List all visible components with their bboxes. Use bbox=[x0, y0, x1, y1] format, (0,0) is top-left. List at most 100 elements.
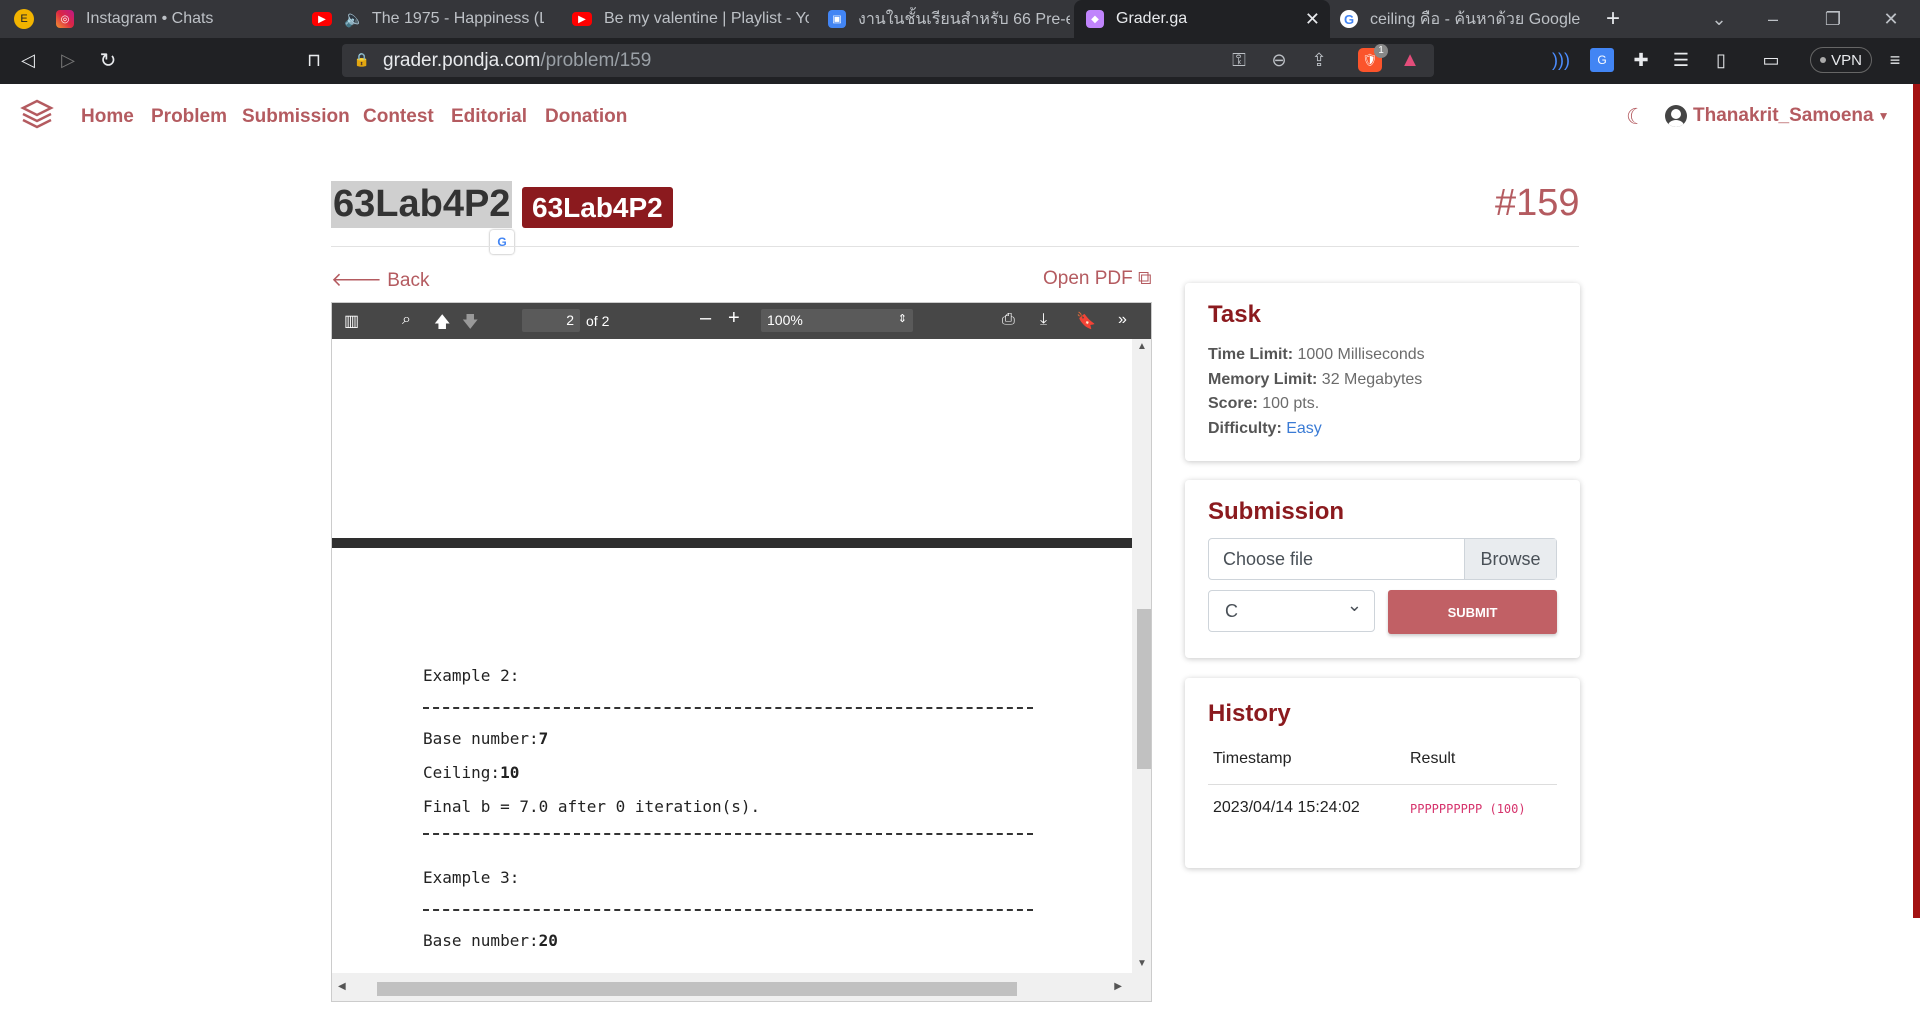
pdf-example-2: Example 2: bbox=[423, 666, 520, 685]
submission-card: Submission Choose file Browse C SUBMIT bbox=[1185, 480, 1580, 658]
extensions-icon[interactable]: ✚ bbox=[1630, 49, 1652, 71]
pdf-document[interactable]: Example 2: Base number:7 Ceiling:10 Fina… bbox=[332, 339, 1132, 973]
open-pdf-link[interactable]: Open PDF ⧉ bbox=[1043, 268, 1152, 290]
sidebar-icon[interactable]: ▯ bbox=[1710, 49, 1732, 71]
restore-icon[interactable]: ❐ bbox=[1822, 8, 1844, 30]
window-close-icon[interactable]: ✕ bbox=[1880, 8, 1902, 30]
score-label: Score: bbox=[1208, 395, 1258, 412]
tab-instagram[interactable]: ◎ Instagram • Chats bbox=[48, 0, 298, 38]
speech-icon[interactable]: ))) bbox=[1550, 49, 1572, 71]
search-icon[interactable]: ⌕ bbox=[402, 311, 411, 329]
nav-contest[interactable]: Contest bbox=[363, 106, 434, 128]
task-card: Task Time Limit: 1000 Milliseconds Memor… bbox=[1185, 283, 1580, 461]
more-tools-icon[interactable]: » bbox=[1118, 311, 1127, 329]
user-avatar-icon bbox=[1665, 105, 1687, 127]
extension-badge: 1 bbox=[1374, 44, 1388, 58]
chevron-down-icon[interactable]: ⌄ bbox=[1708, 8, 1730, 30]
file-placeholder: Choose file bbox=[1223, 549, 1314, 569]
scroll-up-icon[interactable]: ▲ bbox=[1137, 341, 1147, 352]
vpn-dot-icon bbox=[1820, 57, 1827, 63]
user-menu[interactable]: Thanakrit_Samoena ▼ bbox=[1665, 105, 1889, 127]
page-up-icon[interactable]: 🡅 bbox=[434, 311, 450, 338]
score: Score: 100 pts. bbox=[1208, 395, 1319, 413]
tab-youtube-1975[interactable]: ▶ 🔈 The 1975 - Happiness (Live bbox=[304, 0, 544, 38]
page-number-input[interactable]: 2 bbox=[522, 309, 580, 332]
tab-label: Be my valentine | Playlist - YouT bbox=[604, 10, 809, 27]
tab-grader[interactable]: ◆ Grader.ga ✕ bbox=[1074, 0, 1330, 38]
history-row-result[interactable]: PPPPPPPPPP (100) bbox=[1410, 802, 1526, 816]
history-row-timestamp[interactable]: 2023/04/14 15:24:02 bbox=[1213, 799, 1360, 817]
history-header-timestamp: Timestamp bbox=[1213, 750, 1292, 767]
divider bbox=[331, 246, 1579, 247]
youtube-icon: ▶ bbox=[572, 12, 592, 26]
url-text[interactable]: grader.pondja.com/problem/159 bbox=[383, 50, 651, 72]
zoom-in-icon[interactable]: + bbox=[728, 307, 740, 330]
minimize-icon[interactable]: – bbox=[1762, 8, 1784, 30]
browse-button[interactable]: Browse bbox=[1464, 539, 1556, 579]
nav-home[interactable]: Home bbox=[81, 106, 134, 128]
submit-button[interactable]: SUBMIT bbox=[1388, 590, 1557, 634]
zoom-out-icon[interactable]: – bbox=[700, 307, 711, 330]
speaker-icon[interactable]: 🔈 bbox=[344, 9, 364, 29]
translate-icon[interactable]: G bbox=[490, 230, 514, 254]
language-select[interactable]: C bbox=[1208, 590, 1375, 632]
close-icon[interactable]: ✕ bbox=[1305, 9, 1320, 30]
tab-classroom[interactable]: ▣ งานในชั้นเรียนสำหรับ 66 Pre-en Co bbox=[820, 0, 1070, 38]
sidebar-toggle-icon[interactable]: ▥ bbox=[344, 311, 359, 331]
pdf-horizontal-scrollbar[interactable]: ◀ ▶ bbox=[332, 973, 1132, 1001]
share-icon[interactable]: ⇪ bbox=[1308, 49, 1330, 71]
forward-nav-icon[interactable]: ▷ bbox=[56, 48, 80, 72]
tab-google[interactable]: G ceiling คือ - ค้นหาด้วย Google bbox=[1332, 0, 1582, 38]
file-input[interactable]: Choose file Browse bbox=[1208, 538, 1557, 580]
playlist-icon[interactable]: ☰ bbox=[1670, 49, 1692, 71]
pdf-vertical-thumb[interactable] bbox=[1137, 609, 1151, 769]
nav-donation[interactable]: Donation bbox=[545, 106, 627, 128]
bookmark-icon[interactable]: 🔖 bbox=[1076, 311, 1096, 331]
download-icon[interactable]: ⤓ bbox=[1040, 311, 1047, 329]
reload-icon[interactable]: ↻ bbox=[96, 48, 120, 72]
pdf-horizontal-thumb[interactable] bbox=[377, 982, 1017, 996]
menu-icon[interactable]: ≡ bbox=[1884, 49, 1906, 71]
pdf-ceiling: Ceiling:10 bbox=[423, 763, 519, 782]
scroll-down-icon[interactable]: ▼ bbox=[1137, 958, 1147, 969]
nav-editorial[interactable]: Editorial bbox=[451, 106, 527, 128]
key-icon[interactable]: ⚿ bbox=[1228, 49, 1250, 71]
pdf-base-value: 7 bbox=[538, 729, 549, 748]
vpn-button[interactable]: VPN bbox=[1810, 47, 1872, 73]
problem-code-badge: 63Lab4P2 bbox=[522, 187, 673, 228]
new-tab-icon[interactable]: + bbox=[1600, 5, 1626, 32]
memory-limit-label: Memory Limit: bbox=[1208, 371, 1318, 388]
url-path: /problem/159 bbox=[540, 50, 652, 71]
score-value: 100 pts. bbox=[1262, 395, 1320, 412]
time-limit: Time Limit: 1000 Milliseconds bbox=[1208, 346, 1425, 364]
tab-youtube-playlist[interactable]: ▶ Be my valentine | Playlist - YouT bbox=[564, 0, 809, 38]
time-limit-value: 1000 Milliseconds bbox=[1297, 346, 1425, 363]
back-nav-icon[interactable]: ◁ bbox=[16, 48, 40, 72]
pdf-vertical-scrollbar[interactable]: ▲ ▼ bbox=[1132, 339, 1151, 973]
scroll-right-icon[interactable]: ▶ bbox=[1114, 981, 1122, 992]
zoom-select[interactable]: 100% bbox=[761, 309, 913, 332]
profile-icon[interactable]: E bbox=[14, 9, 34, 29]
page-scrollbar[interactable] bbox=[1913, 84, 1920, 918]
dark-mode-icon[interactable]: ☾ bbox=[1626, 104, 1646, 130]
nav-problem[interactable]: Problem bbox=[151, 106, 227, 128]
pdf-final: Final b = 7.0 after 0 iteration(s). bbox=[423, 797, 761, 816]
page-down-icon[interactable]: 🡇 bbox=[462, 311, 478, 338]
zoom-out-icon[interactable]: ⊖ bbox=[1268, 49, 1290, 71]
lock-icon[interactable]: 🔒 bbox=[354, 51, 370, 69]
task-title: Task bbox=[1208, 301, 1261, 328]
submission-title: Submission bbox=[1208, 498, 1345, 525]
tab-label: ceiling คือ - ค้นหาด้วย Google bbox=[1370, 10, 1581, 28]
grader-logo-icon[interactable] bbox=[20, 98, 54, 132]
scroll-left-icon[interactable]: ◀ bbox=[338, 981, 346, 992]
print-icon[interactable]: ⎙ bbox=[1002, 311, 1015, 329]
memory-limit: Memory Limit: 32 Megabytes bbox=[1208, 371, 1422, 389]
bookmark-icon[interactable]: ⊓ bbox=[302, 48, 326, 72]
translate-ext-icon[interactable]: G bbox=[1590, 48, 1614, 72]
wallet-icon[interactable]: ▭ bbox=[1760, 49, 1782, 71]
brave-rewards-icon[interactable]: ▲ bbox=[1398, 48, 1422, 72]
nav-submission[interactable]: Submission bbox=[242, 106, 350, 128]
pdf-base-label: Base number: bbox=[423, 729, 539, 748]
back-link[interactable]: 🡐 Back bbox=[331, 268, 429, 292]
page: Home Problem Submission Contest Editoria… bbox=[0, 84, 1920, 1020]
